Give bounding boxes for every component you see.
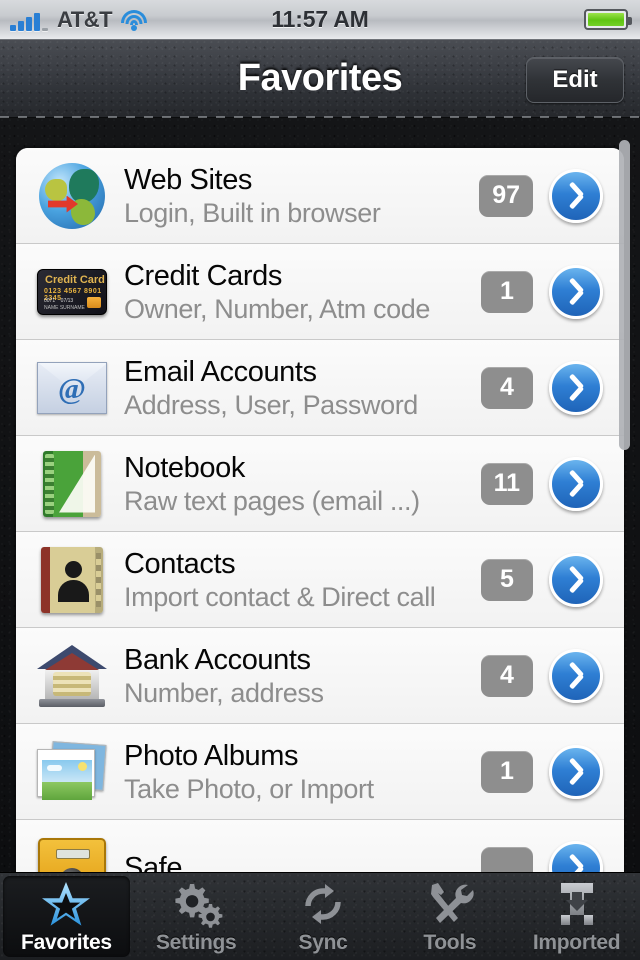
row-subtitle: Number, address (124, 677, 324, 708)
row-labels: Contacts Import contact & Direct call (108, 547, 481, 613)
gears-icon (168, 879, 224, 929)
table-row[interactable]: Bank Accounts Number, address 4 (16, 628, 624, 724)
battery-full-icon (584, 9, 632, 30)
table-row[interactable]: Contacts Import contact & Direct call 5 (16, 532, 624, 628)
tab-label: Tools (423, 930, 477, 954)
refresh-icon (299, 879, 347, 929)
row-icon (36, 162, 108, 229)
notebook-icon (43, 450, 101, 517)
count-badge: 11 (480, 462, 533, 505)
count-badge: 97 (479, 174, 533, 217)
row-title: Web Sites (124, 163, 253, 196)
tab-label: Favorites (21, 930, 112, 954)
count-badge: 1 (481, 750, 533, 793)
tab-imported[interactable]: Imported (513, 873, 640, 960)
table-row[interactable]: Notebook Raw text pages (email ...) 11 (16, 436, 624, 532)
status-bar: AT&T 11:57 AM (0, 0, 640, 40)
row-subtitle: Take Photo, or Import (124, 773, 374, 804)
row-labels: Bank Accounts Number, address (108, 643, 481, 709)
tab-label: Settings (155, 930, 237, 954)
bank-icon (37, 644, 107, 707)
row-labels: Photo Albums Take Photo, or Import (108, 739, 481, 805)
tab-tools[interactable]: Tools (386, 873, 513, 960)
chevron-right-icon[interactable] (549, 841, 603, 872)
tab-settings[interactable]: Settings (133, 873, 260, 960)
chevron-right-icon[interactable] (549, 552, 603, 607)
tab-sync[interactable]: Sync (260, 873, 387, 960)
credit-card-icon: Credit Card 0123 4567 8901 2345 0071 07/… (37, 268, 107, 315)
row-icon: @ (36, 355, 108, 421)
chevron-right-icon[interactable] (549, 648, 603, 703)
globe-icon (39, 162, 105, 229)
chevron-right-icon[interactable] (549, 360, 603, 415)
count-badge: 1 (481, 270, 533, 313)
star-icon (41, 879, 91, 929)
row-icon (36, 643, 108, 709)
envelope-at-icon: @ (37, 361, 107, 414)
address-book-icon (41, 546, 103, 613)
row-title: Bank Accounts (124, 643, 311, 676)
row-subtitle: Raw text pages (email ...) (124, 485, 420, 516)
row-title: Credit Cards (124, 259, 282, 292)
chevron-right-icon[interactable] (549, 744, 603, 799)
row-labels: Email Accounts Address, User, Password (108, 355, 481, 421)
row-icon (36, 835, 108, 872)
tab-label: Imported (532, 930, 621, 954)
row-title: Safe (124, 852, 183, 872)
chevron-right-icon[interactable] (549, 264, 603, 319)
table-row[interactable]: Photo Albums Take Photo, or Import 1 (16, 724, 624, 820)
count-badge: 4 (481, 366, 533, 409)
edit-button[interactable]: Edit (526, 57, 624, 103)
row-title: Contacts (124, 547, 236, 580)
chevron-right-icon[interactable] (549, 168, 603, 223)
vertical-scrollbar[interactable] (619, 140, 630, 450)
count-badge: 4 (481, 654, 533, 697)
clock-label: 11:57 AM (271, 6, 369, 32)
photo-albums-icon (37, 740, 107, 801)
row-labels: Notebook Raw text pages (email ...) (108, 451, 481, 517)
row-icon (36, 450, 108, 517)
row-subtitle: Owner, Number, Atm code (124, 293, 430, 324)
row-labels: Safe (108, 851, 481, 872)
favorites-list: Web Sites Login, Built in browser 97 Cre… (16, 148, 624, 872)
safe-icon (38, 838, 106, 872)
tab-favorites[interactable]: Favorites (3, 876, 130, 957)
row-subtitle: Login, Built in browser (124, 197, 381, 228)
table-row[interactable]: Safe (16, 820, 624, 872)
count-badge: 5 (481, 558, 533, 601)
table-row[interactable]: @ Email Accounts Address, User, Password… (16, 340, 624, 436)
table-row[interactable]: Credit Card 0123 4567 8901 2345 0071 07/… (16, 244, 624, 340)
row-title: Photo Albums (124, 739, 299, 772)
row-labels: Credit Cards Owner, Number, Atm code (108, 259, 481, 325)
count-badge (481, 847, 533, 872)
page-title: Favorites (237, 57, 403, 99)
row-subtitle: Import contact & Direct call (124, 581, 436, 612)
row-subtitle: Address, User, Password (124, 389, 418, 420)
download-icon (553, 879, 601, 929)
row-title: Notebook (124, 451, 245, 484)
row-icon: Credit Card 0123 4567 8901 2345 0071 07/… (36, 259, 108, 325)
chevron-right-icon[interactable] (549, 456, 603, 511)
navigation-bar: Favorites Edit (0, 40, 640, 118)
edit-button-label: Edit (552, 66, 598, 93)
tab-label: Sync (298, 930, 348, 954)
row-labels: Web Sites Login, Built in browser (108, 163, 479, 229)
tools-icon (425, 879, 475, 929)
row-icon (36, 739, 108, 805)
tab-bar: Favorites Settings Sync Tools Imported (0, 872, 640, 960)
table-row[interactable]: Web Sites Login, Built in browser 97 (16, 148, 624, 244)
row-icon (36, 546, 108, 613)
row-title: Email Accounts (124, 355, 317, 388)
